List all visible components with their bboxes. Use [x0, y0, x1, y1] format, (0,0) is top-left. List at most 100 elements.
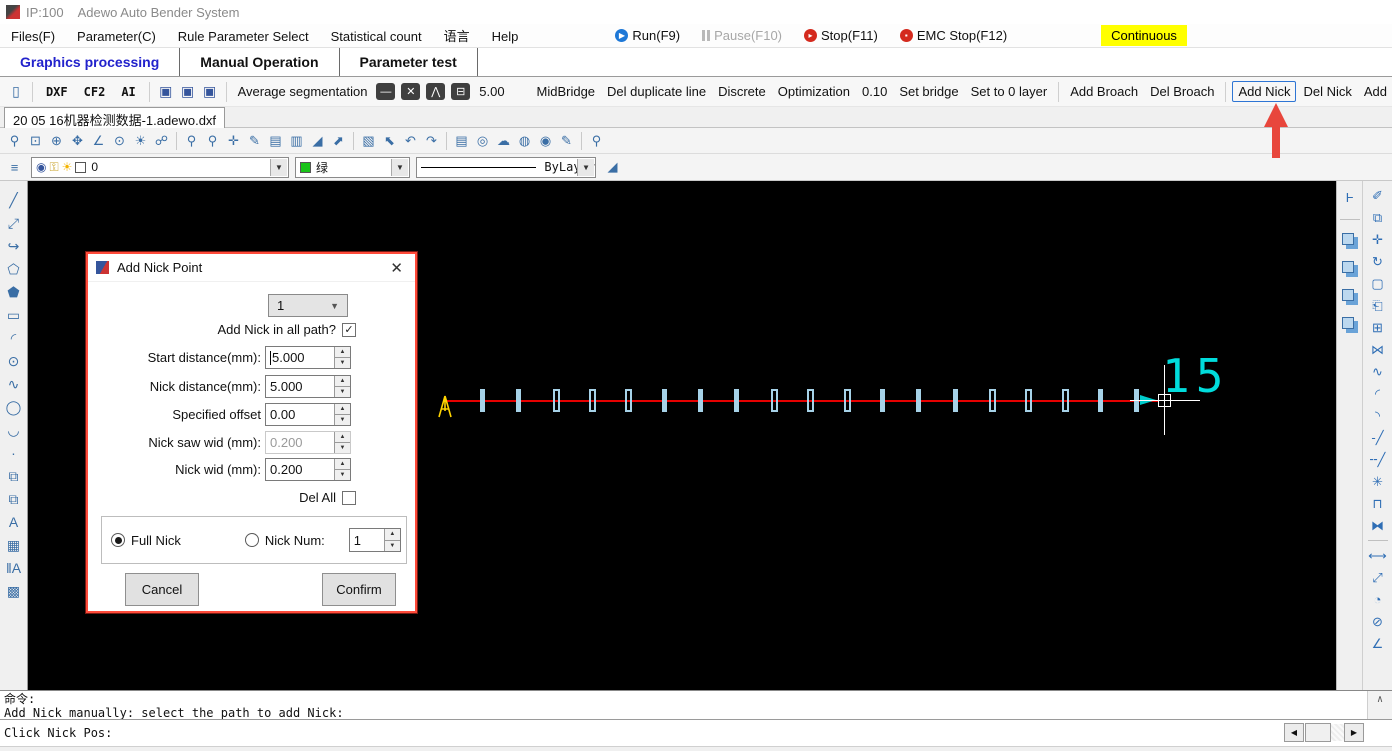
- full-nick-option[interactable]: Full Nick: [111, 533, 181, 548]
- dim-line-tool-icon[interactable]: ⤢: [2, 212, 26, 234]
- linetype-brush-icon[interactable]: ◢: [602, 157, 623, 178]
- undo-icon[interactable]: ↶: [400, 130, 421, 151]
- spinner-buttons[interactable]: ▲▼: [334, 459, 350, 480]
- zoom-circle-icon[interactable]: ⊙: [109, 130, 130, 151]
- spin-up-icon[interactable]: ▲: [335, 404, 350, 415]
- select-rect-icon[interactable]: ▢: [1366, 273, 1390, 294]
- spin-down-icon[interactable]: ▼: [335, 387, 350, 397]
- explode-icon[interactable]: ✳: [1366, 471, 1390, 492]
- redo-icon[interactable]: ↷: [421, 130, 442, 151]
- spline-edit-icon[interactable]: ∿: [1366, 361, 1390, 382]
- color-select-icon[interactable]: ▧: [358, 130, 379, 151]
- block-tool-icon[interactable]: ⧉: [2, 488, 26, 510]
- average-segmentation-button[interactable]: Average segmentation: [233, 81, 373, 102]
- spinner-buttons[interactable]: ▲▼: [334, 376, 350, 397]
- del-duplicate-line-button[interactable]: Del duplicate line: [602, 81, 711, 102]
- hatch-tool-icon[interactable]: ▩: [2, 580, 26, 602]
- discrete-button[interactable]: Discrete: [713, 81, 771, 102]
- join-icon[interactable]: ⧓: [1366, 515, 1390, 536]
- del-all-checkbox[interactable]: [342, 491, 356, 505]
- pause-button[interactable]: Pause(F10): [694, 26, 790, 45]
- segment-delete-icon[interactable]: ✕: [401, 83, 420, 100]
- all-path-checkbox[interactable]: ✓: [342, 323, 356, 337]
- arrange-4-icon[interactable]: [1342, 317, 1354, 329]
- specified-offset-field[interactable]: 0.00▲▼: [265, 403, 351, 426]
- erase-icon[interactable]: ✐: [1366, 185, 1390, 206]
- menu-parameter-c[interactable]: Parameter(C): [66, 27, 167, 46]
- dialog-close-icon[interactable]: ✕: [386, 259, 407, 277]
- tab-parameter-test[interactable]: Parameter test: [340, 48, 478, 76]
- pan-icon[interactable]: ✥: [67, 130, 88, 151]
- polyline-tool-icon[interactable]: ↪: [2, 235, 26, 257]
- set-bridge-button[interactable]: Set bridge: [894, 81, 963, 102]
- layer-combobox[interactable]: ◉ ⚿ ☀ 0 ▼: [31, 157, 289, 178]
- save-as-icon[interactable]: ▣: [178, 82, 198, 102]
- command-input[interactable]: Click Nick Pos:: [0, 719, 1392, 746]
- add-button[interactable]: Add: [1359, 81, 1392, 102]
- vertical-text-tool-icon[interactable]: ‖A: [2, 557, 26, 579]
- menu-statistical-count[interactable]: Statistical count: [320, 27, 433, 46]
- menu-rule-parameter-select[interactable]: Rule Parameter Select: [167, 27, 320, 46]
- save-icon[interactable]: ▣: [156, 82, 176, 102]
- comment-icon[interactable]: ◍: [514, 130, 535, 151]
- rotate-icon[interactable]: ↻: [1366, 251, 1390, 272]
- point-tool-icon[interactable]: ·: [2, 442, 26, 464]
- spinner-buttons[interactable]: ▲▼: [334, 404, 350, 425]
- move-crosshair-icon[interactable]: ✛: [223, 130, 244, 151]
- fillet2-icon[interactable]: ◝: [1366, 405, 1390, 426]
- start-distance-mm-field[interactable]: 5.000▲▼: [265, 346, 351, 369]
- nick-num-option[interactable]: Nick Num:: [245, 533, 325, 548]
- export-icon[interactable]: ⬈: [328, 130, 349, 151]
- arrange-3-icon[interactable]: [1342, 289, 1354, 301]
- spin-down-icon[interactable]: ▼: [335, 358, 350, 368]
- color-combobox[interactable]: 绿 ▼: [295, 157, 410, 178]
- command-horizontal-scrollbar[interactable]: ◀ ▶: [1284, 723, 1364, 742]
- block-copy-tool-icon[interactable]: ⧉: [2, 465, 26, 487]
- spin-down-icon[interactable]: ▼: [335, 415, 350, 425]
- scroll-right-icon[interactable]: ▶: [1344, 723, 1364, 742]
- dxf-button[interactable]: DXF: [39, 82, 75, 102]
- command-history[interactable]: 命令: Add Nick manually: select the path t…: [0, 690, 1392, 719]
- copy-icon[interactable]: ⧉: [1366, 207, 1390, 228]
- extend-icon[interactable]: ╌╱: [1366, 449, 1390, 470]
- menu-help[interactable]: Help: [481, 27, 530, 46]
- set-to-0-layer-button[interactable]: Set to 0 layer: [966, 81, 1053, 102]
- pencil-icon[interactable]: ✎: [556, 130, 577, 151]
- dim-diameter-icon[interactable]: ⊘: [1366, 611, 1390, 632]
- zoom-in-icon[interactable]: ⚲: [4, 130, 25, 151]
- ai-button[interactable]: AI: [114, 82, 142, 102]
- rect-open-icon[interactable]: ⊓: [1366, 493, 1390, 514]
- scrollbar-thumb[interactable]: [1305, 723, 1331, 742]
- arrange-1-icon[interactable]: [1342, 233, 1354, 245]
- segment-angle-icon[interactable]: ⋀: [426, 83, 445, 100]
- globe-icon[interactable]: ◉: [535, 130, 556, 151]
- color-dropdown-arrow[interactable]: ▼: [391, 159, 408, 176]
- dim-radius-icon[interactable]: ◔: [1366, 589, 1390, 610]
- segment-dash-icon[interactable]: —: [376, 83, 395, 100]
- spin-up-icon[interactable]: ▲: [335, 347, 350, 358]
- spin-up-icon[interactable]: ▲: [335, 376, 350, 387]
- circle-tool-icon[interactable]: ⊙: [2, 350, 26, 372]
- circle-check-icon[interactable]: ◎: [472, 130, 493, 151]
- array-icon[interactable]: ⊞: [1366, 317, 1390, 338]
- ellipse-tool-icon[interactable]: ◯: [2, 396, 26, 418]
- dim-aligned-icon[interactable]: ⤢: [1366, 567, 1390, 588]
- add-broach-button[interactable]: Add Broach: [1065, 81, 1143, 102]
- dialog-titlebar[interactable]: Add Nick Point ✕: [88, 254, 415, 282]
- optimization-button[interactable]: Optimization: [773, 81, 855, 102]
- menu-files-f[interactable]: Files(F): [0, 27, 66, 46]
- zoom-window-icon[interactable]: ⊡: [25, 130, 46, 151]
- ellipse-arc-tool-icon[interactable]: ◡: [2, 419, 26, 441]
- stop-button[interactable]: ▸ Stop(F11): [796, 26, 886, 45]
- fillet-icon[interactable]: ◜: [1366, 383, 1390, 404]
- nick-index-combobox[interactable]: 1 ▼: [268, 294, 348, 317]
- trim-icon[interactable]: -╱: [1366, 427, 1390, 448]
- image-tool-icon[interactable]: ▦: [2, 534, 26, 556]
- pentagon-tool-icon[interactable]: ⬟: [2, 281, 26, 303]
- text-tool-icon[interactable]: A: [2, 511, 26, 533]
- offset-icon[interactable]: ⎗: [1366, 295, 1390, 316]
- spinner-buttons[interactable]: ▲▼: [334, 347, 350, 368]
- spin-up-icon[interactable]: ▲: [335, 459, 350, 470]
- continuous-mode-badge[interactable]: Continuous: [1101, 25, 1187, 46]
- run-button[interactable]: ▶ Run(F9): [607, 26, 688, 45]
